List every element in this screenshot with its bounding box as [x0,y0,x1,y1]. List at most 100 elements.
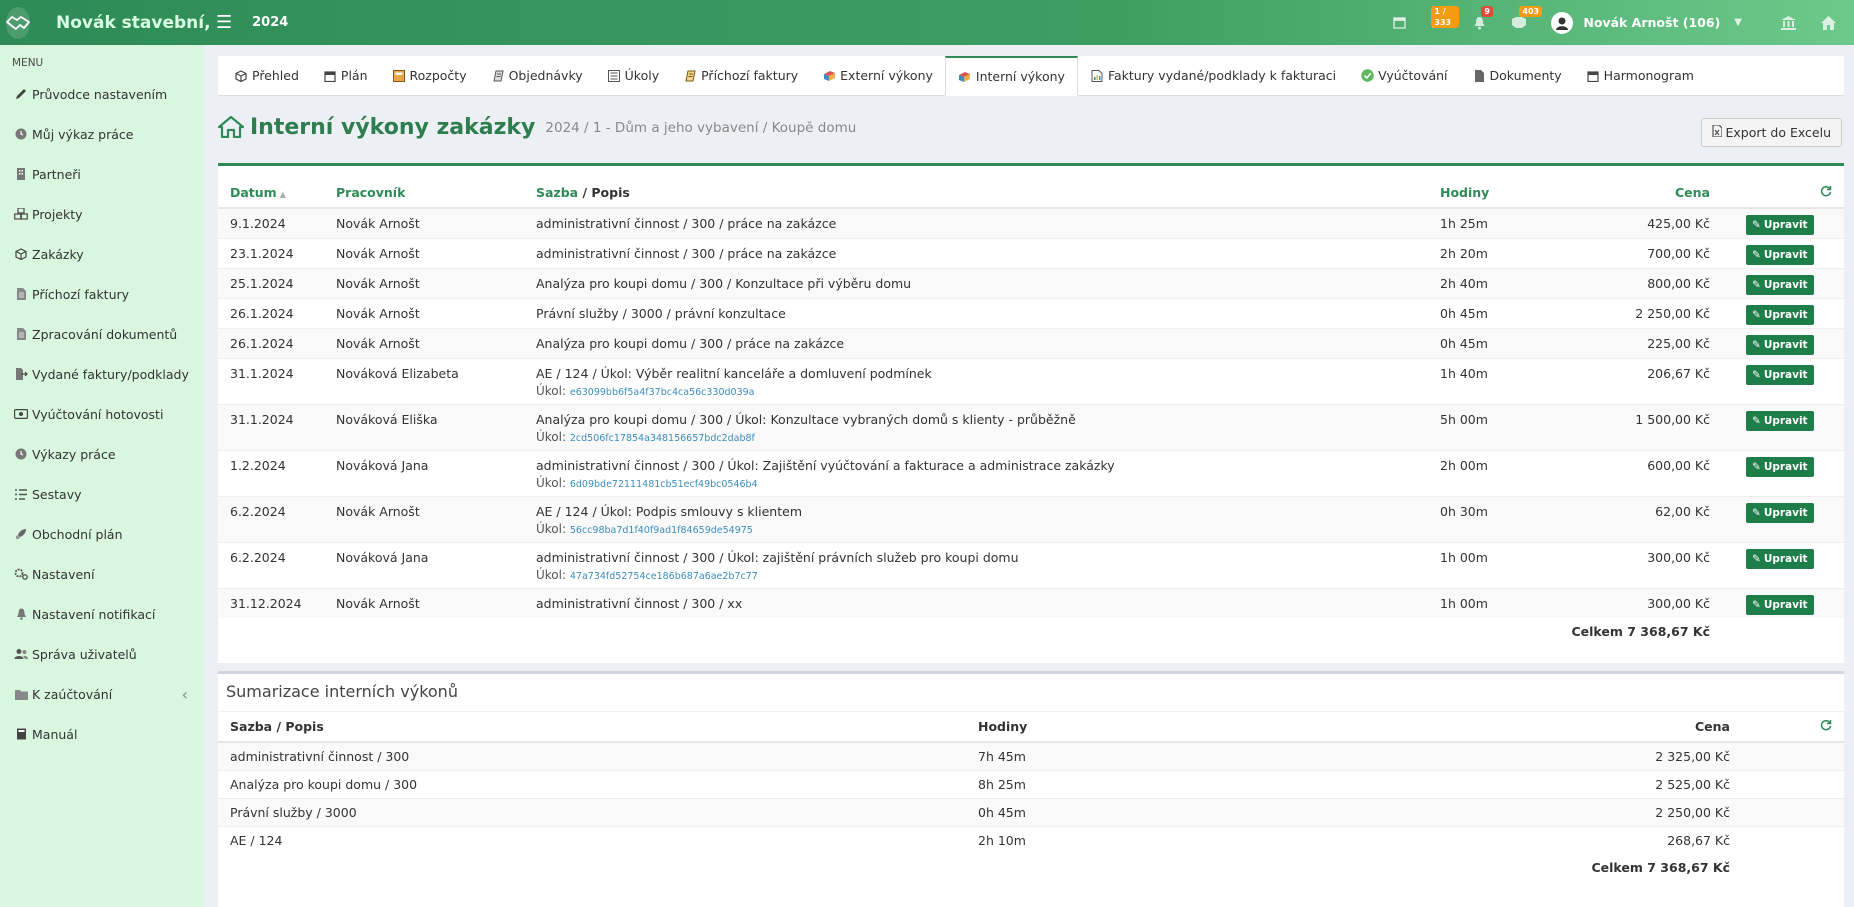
col-price[interactable]: Cena [1610,178,1710,209]
sidebar-item-label: Příchozí faktury [32,286,130,302]
pencil-icon: ✎ [1752,338,1761,351]
task-link[interactable]: 56cc98ba7d1f40f9ad1f84659de54975 [570,525,753,536]
edit-button[interactable]: ✎ Upravit [1746,334,1814,355]
edit-label: Upravit [1763,338,1808,351]
messages-icon[interactable]: 403 [1499,0,1543,45]
tab-0[interactable]: Přehled [222,56,311,95]
tab-11[interactable]: Harmonogram [1574,56,1706,95]
sidebar-item-2[interactable]: Partneři [0,154,204,194]
sidebar: MENU Průvodce nastavením Můj výkaz práce P… [0,45,204,907]
messages-badge: 403 [1519,6,1543,17]
chevron-left-icon[interactable]: ‹ [182,685,188,704]
tab-10[interactable]: Dokumenty [1460,56,1574,95]
task-link[interactable]: 2cd506fc17854a348156657bdc2dab8f [570,433,755,444]
task-link[interactable]: 6d09bde72111481cb51ecf49bc0546b4 [570,479,758,490]
sidebar-item-10[interactable]: Sestavy [0,474,204,514]
year-selector[interactable]: 2024 [252,15,288,30]
calendar-icon [1586,69,1600,83]
sidebar-item-8[interactable]: Vyúčtování hotovosti [0,394,204,434]
task-link[interactable]: e63099bb6f5a4f37bc4ca56c330d039a [570,387,755,398]
row-hours: 0h 45m [1440,327,1610,358]
sidebar-item-0[interactable]: Průvodce nastavením [0,74,204,114]
tab-1[interactable]: Plán [311,56,380,95]
sidebar-item-15[interactable]: K zaúčtování ‹ [0,674,204,714]
tasks-icon[interactable]: 1 / 333 [1419,0,1460,45]
gears-icon [14,567,28,581]
tab-2[interactable]: Rozpočty [380,56,479,95]
edit-button[interactable]: ✎ Upravit [1746,244,1814,265]
row-desc-cell: administrativní činnost / 300 / Úkol: za… [536,541,1440,588]
sidebar-item-6[interactable]: Zpracování dokumentů [0,314,204,354]
edit-button[interactable]: ✎ Upravit [1746,502,1814,523]
tab-7[interactable]: Interní výkony [944,56,1078,96]
sidebar-item-13[interactable]: Nastavení notifikací [0,594,204,634]
invoice-icon [683,69,697,83]
edit-button[interactable]: ✎ Upravit [1746,410,1814,431]
tab-8[interactable]: Faktury vydané/podklady k fakturaci [1078,56,1348,95]
sidebar-item-16[interactable]: Manuál [0,714,204,754]
tab-9[interactable]: Vyúčtování [1348,56,1459,95]
chevron-down-icon: ▼ [1734,17,1742,28]
refresh-icon[interactable] [1820,185,1832,200]
row-desc-cell: AE / 124 / Úkol: Podpis smlouvy s klient… [536,495,1440,542]
sidebar-item-14[interactable]: Správa uživatelů [0,634,204,674]
refresh-icon[interactable] [1820,719,1832,734]
col-date[interactable]: Datum ▲ [218,178,336,209]
sidebar-item-1[interactable]: Můj výkaz práce [0,114,204,154]
task-link[interactable]: 47a734fd52754ce186b687a6ae2b7c77 [570,571,758,582]
home-icon[interactable] [1808,0,1848,45]
row-desc-cell: AE / 124 / Úkol: Výběr realitní kancelář… [536,357,1440,404]
row-worker: Novák Arnošt [336,327,536,358]
pencil-icon: ✎ [1752,460,1761,473]
summary-total-row: Celkem 7 368,67 Kč [218,854,1844,882]
row-actions: ✎ Upravit [1710,403,1844,450]
cubes-icon [14,207,28,221]
edit-button[interactable]: ✎ Upravit [1746,304,1814,325]
tab-4[interactable]: Úkoly [595,56,671,95]
sidebar-item-3[interactable]: Projekty [0,194,204,234]
row-worker: Novák Arnošt [336,237,536,268]
document-icon [14,287,28,301]
tab-6[interactable]: Externí výkony [810,56,945,95]
sidebar-item-label: Zpracování dokumentů [32,326,178,342]
edit-button[interactable]: ✎ Upravit [1746,274,1814,295]
edit-button[interactable]: ✎ Upravit [1746,456,1814,477]
row-description: Analýza pro koupi domu / 300 / práce na … [536,335,845,351]
bell-icon[interactable]: 9 [1459,0,1499,45]
tab-3[interactable]: Objednávky [479,56,595,95]
summary-table: Sazba / Popis Hodiny Cena administrativn… [218,712,1844,882]
sidebar-item-12[interactable]: Nastavení [0,554,204,594]
edit-button[interactable]: ✎ Upravit [1746,215,1814,235]
calendar-icon[interactable] [1379,0,1419,45]
export-excel-button[interactable]: Export do Excelu [1700,118,1842,147]
tab-5[interactable]: Příchozí faktury [671,56,810,95]
hamburger-menu-icon[interactable]: ☰ [216,12,232,33]
notifications-badge: 9 [1481,6,1493,17]
col-worker[interactable]: Pracovník [336,178,536,209]
sidebar-item-label: Obchodní plán [32,526,123,542]
total-row: Celkem 7 368,67 Kč [218,618,1844,648]
page-header: Interní výkony zakázky 2024 / 1 - Dům a … [217,115,856,140]
sidebar-item-11[interactable]: Obchodní plán [0,514,204,554]
summary-row: AE / 124 2h 10m 268,67 Kč [218,825,1844,854]
col-hours[interactable]: Hodiny [1440,178,1610,209]
edit-button[interactable]: ✎ Upravit [1746,594,1814,615]
sidebar-item-label: Můj výkaz práce [32,126,134,142]
handshake-logo-icon [6,6,30,39]
task-label: Úkol: [536,429,567,444]
summary-price: 2 250,00 Kč [1518,797,1730,826]
bank-icon[interactable] [1768,0,1808,45]
row-description: AE / 124 / Úkol: Podpis smlouvy s klient… [536,503,802,519]
summary-hours: 0h 45m [978,797,1518,826]
sidebar-item-9[interactable]: Výkazy práce [0,434,204,474]
brand[interactable]: Novák stavební, [0,0,211,45]
edit-button[interactable]: ✎ Upravit [1746,364,1814,385]
edit-button[interactable]: ✎ Upravit [1746,548,1814,569]
user-menu[interactable]: Novák Arnošt (106) ▼ [1551,11,1758,34]
summary-hours: 7h 45m [978,741,1518,770]
sidebar-item-4[interactable]: Zakázky [0,234,204,274]
sidebar-item-7[interactable]: Vydané faktury/podklady [0,354,204,394]
edit-label: Upravit [1763,278,1808,291]
col-rate-desc[interactable]: Sazba / Popis [536,178,1440,209]
sidebar-item-5[interactable]: Příchozí faktury [0,274,204,314]
